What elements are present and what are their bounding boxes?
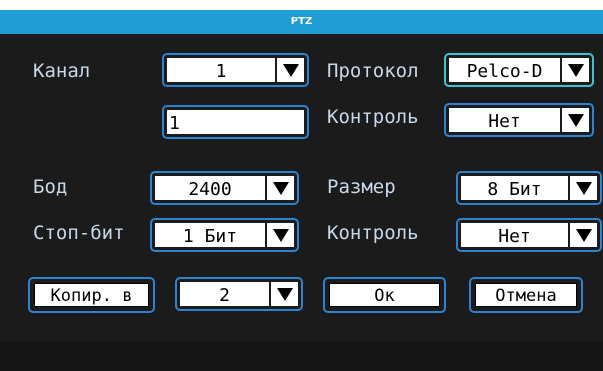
channel-value: 1: [167, 58, 275, 82]
cancel-button[interactable]: Отмена: [469, 277, 583, 313]
control-select-2[interactable]: Нет: [456, 218, 602, 252]
protocol-label: Протокол: [327, 60, 419, 82]
channel-label: Канал: [33, 60, 91, 82]
dropdown-arrow-icon[interactable]: [562, 58, 589, 82]
baud-select[interactable]: 2400: [150, 171, 299, 205]
dropdown-arrow-icon[interactable]: [570, 176, 597, 200]
copy-to-button[interactable]: Копир. в: [28, 277, 155, 313]
dropdown-arrow-icon[interactable]: [570, 223, 597, 247]
bottom-strip: [0, 341, 603, 371]
stopbit-value: 1 Бит: [155, 223, 265, 247]
dropdown-arrow-icon[interactable]: [271, 282, 298, 306]
copy-to-value: 2: [180, 282, 269, 306]
address-value: 1: [167, 110, 304, 134]
control-label-2: Контроль: [327, 222, 419, 244]
ok-button[interactable]: Ок: [323, 277, 446, 313]
cancel-label: Отмена: [475, 283, 577, 307]
dropdown-arrow-icon[interactable]: [277, 58, 304, 82]
dialog-title: PTZ: [0, 10, 603, 34]
control-value-1: Нет: [449, 108, 560, 132]
control-value-2: Нет: [461, 223, 568, 247]
baud-label: Бод: [33, 176, 68, 198]
ok-label: Ок: [329, 283, 440, 307]
protocol-value: Pelco-D: [449, 58, 560, 82]
copy-to-select[interactable]: 2: [175, 277, 303, 311]
top-strip: [0, 0, 603, 10]
dropdown-arrow-icon[interactable]: [562, 108, 589, 132]
address-input[interactable]: 1: [162, 105, 309, 139]
control-select-1[interactable]: Нет: [444, 103, 594, 137]
size-select[interactable]: 8 Бит: [456, 171, 602, 205]
channel-select[interactable]: 1: [162, 53, 309, 87]
size-value: 8 Бит: [461, 176, 568, 200]
baud-value: 2400: [155, 176, 265, 200]
stopbit-select[interactable]: 1 Бит: [150, 218, 299, 252]
ptz-dialog: Канал 1 Протокол Pelco-D 1 Контроль Нет …: [0, 34, 603, 371]
dropdown-arrow-icon[interactable]: [267, 223, 294, 247]
stopbit-label: Стоп-бит: [33, 222, 125, 244]
size-label: Размер: [327, 176, 396, 198]
copy-to-label: Копир. в: [34, 283, 149, 307]
protocol-select[interactable]: Pelco-D: [444, 53, 594, 87]
control-label-1: Контроль: [327, 106, 419, 128]
dropdown-arrow-icon[interactable]: [267, 176, 294, 200]
